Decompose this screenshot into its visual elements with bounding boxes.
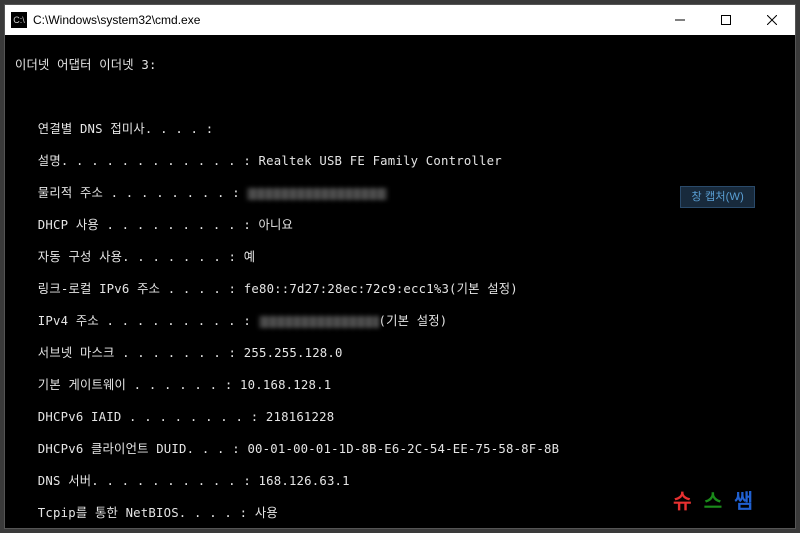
window-controls: [657, 5, 795, 35]
adapter1-desc: 설명. . . . . . . . . . . . : Realtek USB …: [15, 153, 785, 169]
watermark-blue: 쌤: [734, 494, 753, 510]
adapter1-iaid: DHCPv6 IAID . . . . . . . . : 218161228: [15, 409, 785, 425]
adapter1-dhcp: DHCP 사용 . . . . . . . . . : 아니요: [15, 217, 785, 233]
watermark-green: 스: [704, 494, 723, 510]
adapter1-phys: 물리적 주소 . . . . . . . . : xx: [15, 185, 785, 201]
titlebar[interactable]: C:\ C:\Windows\system32\cmd.exe: [5, 5, 795, 35]
maximize-button[interactable]: [703, 5, 749, 35]
redacted-mac: xx: [247, 188, 387, 200]
adapter1-ll6: 링크-로컬 IPv6 주소 . . . . : fe80::7d27:28ec:…: [15, 281, 785, 297]
adapter1-mask: 서브넷 마스크 . . . . . . . : 255.255.128.0: [15, 345, 785, 361]
watermark-red: 슈: [673, 494, 692, 510]
minimize-button[interactable]: [657, 5, 703, 35]
adapter1-header: 이더넷 어댑터 이더넷 3:: [15, 57, 785, 73]
adapter1-dns-suffix: 연결별 DNS 접미사. . . . :: [15, 121, 785, 137]
cmd-icon: C:\: [11, 12, 27, 28]
adapter1-netbios: Tcpip를 통한 NetBIOS. . . . : 사용: [15, 505, 785, 521]
watermark: 슈 스 쌤: [673, 494, 753, 510]
adapter1-gw: 기본 게이트웨이 . . . . . . : 10.168.128.1: [15, 377, 785, 393]
adapter1-auto: 자동 구성 사용. . . . . . . : 예: [15, 249, 785, 265]
cmd-window: C:\ C:\Windows\system32\cmd.exe 이더넷 어댑터 …: [4, 4, 796, 529]
redacted-ipv4: xx: [259, 316, 379, 328]
terminal-output[interactable]: 이더넷 어댑터 이더넷 3: 연결별 DNS 접미사. . . . : 설명. …: [5, 35, 795, 528]
adapter1-ipv4: IPv4 주소 . . . . . . . . . : xx(기본 설정): [15, 313, 785, 329]
capture-ghost-button[interactable]: 창 캡처(W): [680, 186, 755, 208]
window-title: C:\Windows\system32\cmd.exe: [33, 13, 657, 27]
adapter1-dnssrv: DNS 서버. . . . . . . . . . : 168.126.63.1: [15, 473, 785, 489]
adapter1-duid: DHCPv6 클라이언트 DUID. . . : 00-01-00-01-1D-…: [15, 441, 785, 457]
close-button[interactable]: [749, 5, 795, 35]
